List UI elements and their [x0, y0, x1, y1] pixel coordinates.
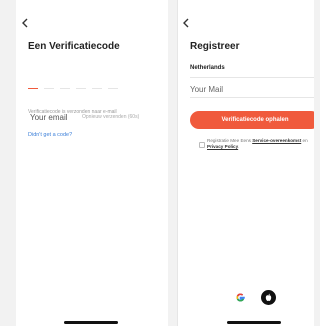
- back-chevron-icon[interactable]: [21, 18, 31, 30]
- page-title: Registreer: [190, 41, 240, 52]
- code-slot[interactable]: [60, 88, 70, 89]
- email-field[interactable]: [190, 83, 314, 95]
- home-indicator: [227, 321, 281, 324]
- resend-countdown: Opnieuw verzenden (60s): [82, 114, 140, 120]
- apple-icon: [265, 293, 272, 301]
- agreement-text: Registratie Mee Eens Service-overeenkoms…: [207, 138, 314, 150]
- back-chevron-icon[interactable]: [182, 18, 192, 30]
- code-slot[interactable]: [108, 88, 118, 89]
- page-title: Een Verificatiecode: [28, 41, 120, 52]
- agreement-suffix: .: [238, 144, 240, 149]
- google-icon: [236, 293, 245, 302]
- privacy-policy-link[interactable]: Privacy Policy: [207, 144, 238, 149]
- agreement-checkbox[interactable]: [199, 142, 205, 148]
- divider: [190, 97, 314, 98]
- divider: [190, 77, 314, 78]
- no-code-link[interactable]: Didn't get a code?: [28, 132, 72, 138]
- country-select[interactable]: Netherlands: [190, 65, 225, 71]
- google-login-button[interactable]: [233, 290, 248, 305]
- code-slot[interactable]: [76, 88, 86, 89]
- code-slot[interactable]: [44, 88, 54, 89]
- home-indicator: [64, 321, 118, 324]
- code-slot[interactable]: [28, 88, 38, 89]
- agreement-conjunction: en: [301, 138, 308, 143]
- verification-code-screen: Een Verificatiecode Verificatiecode is v…: [16, 0, 168, 326]
- email-address-label: Your email: [30, 113, 68, 122]
- register-screen: Registreer Netherlands Verificatiecode o…: [177, 0, 314, 326]
- code-slot[interactable]: [92, 88, 102, 89]
- agreement-prefix: Registratie Mee Eens: [207, 138, 253, 143]
- apple-login-button[interactable]: [261, 290, 276, 305]
- verification-code-input[interactable]: [28, 88, 118, 90]
- get-verification-code-button[interactable]: Verificatiecode ophalen: [190, 111, 314, 129]
- service-agreement-link[interactable]: Service-overeenkomst: [252, 138, 301, 143]
